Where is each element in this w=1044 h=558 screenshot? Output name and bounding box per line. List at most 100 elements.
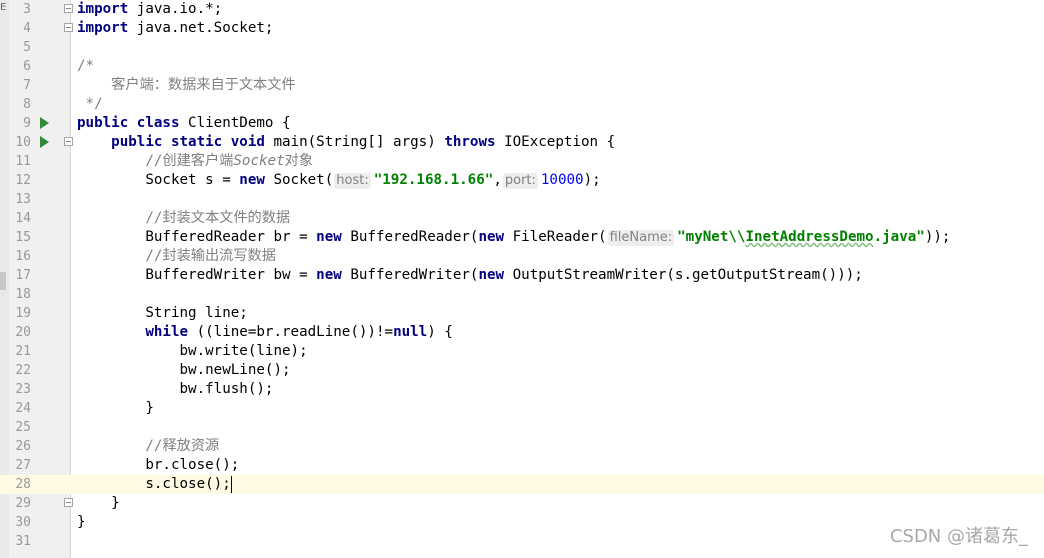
code-line[interactable]: 21 bw.write(line); [0, 342, 1044, 361]
code-line[interactable]: 5 [0, 38, 1044, 57]
code-text: Socket s = new Socket(host: "192.168.1.66… [77, 171, 601, 190]
string-literal: InetAddressDemo [745, 229, 874, 245]
code-line-current[interactable]: 28 s.close(); [0, 475, 1044, 494]
line-number: 12 [15, 173, 31, 188]
code-line[interactable]: 19 String line; [0, 304, 1044, 323]
line-number: 4 [23, 21, 31, 36]
line-number: 8 [23, 97, 31, 112]
line-number: 31 [15, 534, 31, 549]
code-line[interactable]: 27 br.close(); [0, 456, 1044, 475]
code-line[interactable]: 9 public class ClientDemo { [0, 114, 1044, 133]
code-line[interactable]: 30 } [0, 513, 1044, 532]
fold-icon[interactable] [64, 23, 73, 32]
code-token: java.net.Socket; [128, 20, 274, 36]
run-icon[interactable] [40, 117, 49, 129]
line-number: 14 [15, 211, 31, 226]
code-line[interactable]: 22 bw.newLine(); [0, 361, 1044, 380]
code-line[interactable]: 23 bw.flush(); [0, 380, 1044, 399]
code-text: String line; [77, 305, 248, 321]
code-line[interactable]: 6 /* [0, 57, 1044, 76]
keyword: new [478, 229, 505, 245]
code-line[interactable]: 8 */ [0, 95, 1044, 114]
code-token: main(String[] args) [264, 134, 445, 150]
code-token: FileReader( [504, 229, 607, 245]
line-number: 15 [15, 230, 31, 245]
code-line[interactable]: 11 //创建客户端Socket对象 [0, 152, 1044, 171]
code-line[interactable]: 29 } [0, 494, 1044, 513]
code-line[interactable]: 3 import java.io.*; [0, 0, 1044, 19]
line-number: 27 [15, 458, 31, 473]
parameter-hint: port: [502, 173, 538, 189]
line-number: 20 [15, 325, 31, 340]
comment: /* [77, 58, 95, 74]
code-line[interactable]: 4 import java.net.Socket; [0, 19, 1044, 38]
code-line[interactable]: 16 //封装输出流写数据 [0, 247, 1044, 266]
string-literal: "192.168.1.66" [373, 172, 494, 188]
keyword: new [239, 172, 265, 188]
code-token: java.io.*; [128, 1, 223, 17]
code-line[interactable]: 18 [0, 285, 1044, 304]
code-text: br.close(); [77, 457, 240, 473]
code-text: BufferedReader br = new BufferedReader(n… [77, 228, 950, 247]
line-number: 25 [15, 420, 31, 435]
code-token: ) { [427, 324, 453, 340]
line-number: 5 [23, 40, 31, 55]
code-line[interactable]: 10 public static void main(String[] args… [0, 133, 1044, 152]
code-line[interactable]: 26 //释放资源 [0, 437, 1044, 456]
code-text: while ((line=br.readLine())!=null) { [77, 323, 453, 342]
fold-icon[interactable] [64, 137, 73, 146]
line-number: 28 [15, 477, 31, 492]
code-line[interactable]: 13 [0, 190, 1044, 209]
code-token: BufferedReader( [341, 229, 479, 245]
keyword: public [77, 115, 129, 131]
code-line[interactable]: 17 BufferedWriter bw = new BufferedWrite… [0, 266, 1044, 285]
code-token: ClientDemo { [179, 115, 291, 131]
code-token: )); [924, 229, 951, 245]
line-number: 21 [15, 344, 31, 359]
code-token: BufferedWriter( [341, 267, 479, 283]
code-token: OutputStreamWriter(s.getOutputStream()))… [504, 267, 863, 283]
keyword: void [230, 134, 265, 150]
code-text: bw.write(line); [77, 343, 308, 359]
watermark: CSDN @诸葛东_ [889, 526, 1028, 547]
code-line[interactable]: 12 Socket s = new Socket(host: "192.168.1… [0, 171, 1044, 190]
run-icon[interactable] [40, 136, 49, 148]
code-text: } [77, 514, 86, 530]
code-line[interactable]: 7 客户端：数据来自于文本文件 [0, 76, 1044, 95]
line-number: 3 [23, 2, 31, 17]
code-line[interactable]: 31 [0, 532, 1044, 551]
comment: 客户端：数据来自于文本文件 [77, 77, 296, 93]
line-number: 26 [15, 439, 31, 454]
code-line[interactable]: 20 while ((line=br.readLine())!=null) { [0, 323, 1044, 342]
code-line[interactable]: 24 } [0, 399, 1044, 418]
line-number: 24 [15, 401, 31, 416]
code-editor[interactable]: E 3 import java.io.*; 4 import java.net.… [0, 0, 1044, 558]
fold-icon[interactable] [64, 4, 73, 13]
comment: //释放资源 [77, 438, 220, 454]
line-number: 7 [23, 78, 31, 93]
line-number: 23 [15, 382, 31, 397]
code-token: IOException { [495, 134, 616, 150]
code-text: import java.net.Socket; [77, 19, 273, 38]
comment: //封装输出流写数据 [77, 248, 276, 264]
line-number: 18 [15, 287, 31, 302]
line-number: 6 [23, 59, 31, 74]
fold-icon[interactable] [64, 498, 73, 507]
string-literal: "myNet\\ [677, 229, 746, 245]
code-text: public static void main(String[] args) t… [77, 133, 615, 152]
code-token: ); [583, 172, 601, 188]
keyword: new [316, 267, 342, 283]
code-line[interactable]: 15 BufferedReader br = new BufferedReade… [0, 228, 1044, 247]
code-line[interactable]: 14 //封装文本文件的数据 [0, 209, 1044, 228]
code-text: } [77, 495, 120, 511]
parameter-hint: fileName: [607, 230, 675, 246]
keyword: import [77, 20, 129, 36]
code-token: ((line=br.readLine())!= [188, 324, 394, 340]
comment: //创建客户端Socket对象 [77, 152, 313, 171]
comment-text: Socket [233, 153, 285, 169]
code-line[interactable]: 25 [0, 418, 1044, 437]
code-text: import java.io.*; [77, 0, 222, 19]
comment: //封装文本文件的数据 [77, 210, 291, 226]
